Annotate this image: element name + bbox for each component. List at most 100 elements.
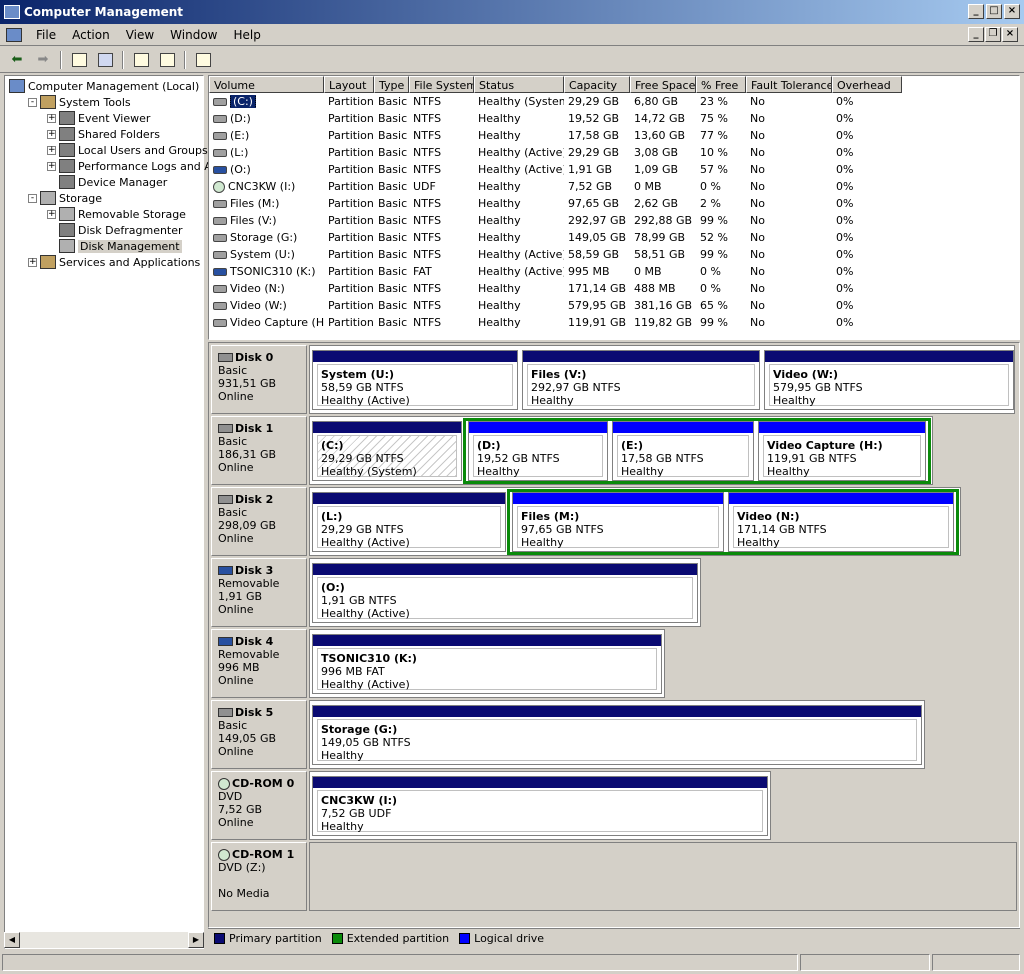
menu-view[interactable]: View (118, 28, 162, 42)
volume-row[interactable]: CNC3KW (I:) Partition Basic UDF Healthy 7,52 … (209, 178, 1019, 195)
settings-icon[interactable] (192, 50, 214, 70)
volume-row[interactable]: Files (V:) Partition Basic NTFS Healthy 292,9… (209, 212, 1019, 229)
volume-row[interactable]: (L:) Partition Basic NTFS Healthy (Active) 29… (209, 144, 1019, 161)
minimize-button[interactable]: _ (968, 4, 984, 19)
volume-cell-fs: NTFS (413, 146, 442, 159)
primary-partition[interactable]: (L:) 29,29 GB NTFS Healthy (Active) (312, 492, 506, 552)
column-header[interactable]: Fault Tolerance (746, 76, 832, 93)
menu-action[interactable]: Action (64, 28, 118, 42)
forward-arrow-icon[interactable]: ➡ (32, 50, 54, 70)
scroll-right-icon[interactable]: ▶ (188, 932, 204, 948)
expand-icon[interactable]: + (28, 257, 37, 267)
volume-cell-volume: System (U:) (209, 248, 324, 261)
tree-label: Shared Folders (78, 127, 160, 141)
column-header[interactable]: Overhead (832, 76, 902, 93)
volume-list[interactable]: Volume Layout Type File System Status Capacit… (208, 75, 1020, 340)
column-header[interactable]: Capacity (564, 76, 630, 93)
scroll-left-icon[interactable]: ◀ (4, 932, 20, 948)
volume-cell-type: Basic (378, 231, 408, 244)
volume-row[interactable]: (C:) Partition Basic NTFS Healthy (System) 29… (209, 93, 1019, 110)
tree-disk-defragmenter[interactable]: Disk Defragmenter (47, 222, 183, 238)
volume-row[interactable]: (E:) Partition Basic NTFS Healthy 17,58 GB 13,… (209, 127, 1019, 144)
primary-partition[interactable]: Video (W:) 579,95 GB NTFS Healthy (764, 350, 1014, 410)
expand-icon[interactable]: + (47, 209, 56, 219)
tree-disk-management[interactable]: Disk Management (47, 238, 182, 254)
column-header[interactable]: % Free (696, 76, 746, 93)
expand-icon[interactable]: + (47, 161, 56, 171)
column-header[interactable]: File System (409, 76, 474, 93)
collapse-icon[interactable]: - (28, 193, 37, 203)
expand-icon[interactable]: + (47, 145, 56, 155)
disk-label[interactable]: CD-ROM 1 DVD (Z:) No Media (211, 842, 307, 911)
child-minimize-button[interactable]: _ (968, 27, 984, 42)
mmc-document-icon[interactable] (6, 27, 22, 42)
volume-row[interactable]: System (U:) Partition Basic NTFS Healthy (Ac… (209, 246, 1019, 263)
tree-storage[interactable]: - Storage (28, 190, 102, 206)
partition-color-bar (313, 706, 921, 717)
volume-cell-overhead: 0% (836, 129, 854, 142)
primary-partition[interactable]: (O:) 1,91 GB NTFS Healthy (Active) (312, 563, 698, 623)
logical-drive[interactable]: Video (N:) 171,14 GB NTFS Healthy (728, 492, 954, 552)
expand-icon[interactable]: + (47, 113, 56, 123)
disk-label[interactable]: CD-ROM 0 DVD 7,52 GB Online (211, 771, 307, 840)
child-restore-button[interactable]: ❐ (985, 27, 1001, 42)
disk-type: Basic (218, 506, 248, 519)
disk-label[interactable]: Disk 5 Basic 149,05 GB Online (211, 700, 307, 769)
volume-row[interactable]: Video (N:) Partition Basic NTFS Healthy 171,1… (209, 280, 1019, 297)
column-header[interactable]: Type (374, 76, 409, 93)
logical-drive[interactable]: (E:) 17,58 GB NTFS Healthy (612, 421, 754, 481)
show-hide-tree-icon[interactable] (94, 50, 116, 70)
disk-label[interactable]: Disk 1 Basic 186,31 GB Online (211, 416, 307, 485)
logical-drive[interactable]: Video Capture (H:) 119,91 GB NTFS Healthy (758, 421, 926, 481)
maximize-button[interactable]: □ (986, 4, 1002, 19)
primary-partition[interactable]: (C:) 29,29 GB NTFS Healthy (System) (312, 421, 462, 481)
volume-row[interactable]: Files (M:) Partition Basic NTFS Healthy 97,65… (209, 195, 1019, 212)
menu-window[interactable]: Window (162, 28, 225, 42)
column-header[interactable]: Free Space (630, 76, 696, 93)
logical-drive[interactable]: (D:) 19,52 GB NTFS Healthy (468, 421, 608, 481)
help-icon[interactable] (130, 50, 152, 70)
primary-partition[interactable]: TSONIC310 (K:) 996 MB FAT Healthy (Active) (312, 634, 662, 694)
disk-graphical-view[interactable]: Disk 0 Basic 931,51 GB Online System (U:) 58,… (208, 342, 1020, 928)
volume-row[interactable]: TSONIC310 (K:) Partition Basic FAT Healthy (… (209, 263, 1019, 280)
volume-row[interactable]: (O:) Partition Basic NTFS Healthy (Active) 1,… (209, 161, 1019, 178)
disk-label[interactable]: Disk 0 Basic 931,51 GB Online (211, 345, 307, 414)
tree-horizontal-scrollbar[interactable]: ◀ ▶ (4, 932, 204, 948)
primary-partition[interactable]: Storage (G:) 149,05 GB NTFS Healthy (312, 705, 922, 765)
child-close-button[interactable]: × (1002, 27, 1018, 42)
up-folder-icon[interactable] (68, 50, 90, 70)
tree-system-tools[interactable]: - System Tools (28, 94, 131, 110)
primary-partition[interactable]: System (U:) 58,59 GB NTFS Healthy (Active) (312, 350, 518, 410)
tree-local-users[interactable]: + Local Users and Groups (47, 142, 208, 158)
properties-icon[interactable] (156, 50, 178, 70)
tree-device-manager[interactable]: Device Manager (47, 174, 167, 190)
back-arrow-icon[interactable]: ⬅ (6, 50, 28, 70)
primary-partition[interactable]: Files (V:) 292,97 GB NTFS Healthy (522, 350, 760, 410)
partition-status: Healthy (321, 820, 364, 833)
volume-row[interactable]: Video Capture (H:) Partition Basic NTFS Heal… (209, 314, 1019, 331)
menu-help[interactable]: Help (226, 28, 269, 42)
disk-label[interactable]: Disk 2 Basic 298,09 GB Online (211, 487, 307, 556)
disk-state: Online (218, 461, 254, 474)
expand-icon[interactable]: + (47, 129, 56, 139)
volume-row[interactable]: (D:) Partition Basic NTFS Healthy 19,52 GB 14,… (209, 110, 1019, 127)
disk-label[interactable]: Disk 3 Removable 1,91 GB Online (211, 558, 307, 627)
volume-row[interactable]: Video (W:) Partition Basic NTFS Healthy 579,9… (209, 297, 1019, 314)
tree-event-viewer[interactable]: + Event Viewer (47, 110, 150, 126)
tree-shared-folders[interactable]: + Shared Folders (47, 126, 160, 142)
tree-removable-storage[interactable]: + Removable Storage (47, 206, 186, 222)
tree-computer-management[interactable]: Computer Management (Local) (9, 78, 199, 94)
console-tree[interactable]: Computer Management (Local) - System Tools… (4, 75, 236, 949)
column-header[interactable]: Status (474, 76, 564, 93)
collapse-icon[interactable]: - (28, 97, 37, 107)
partition-name: Video (N:) (737, 510, 800, 523)
logical-drive[interactable]: Files (M:) 97,65 GB NTFS Healthy (512, 492, 724, 552)
tree-services-apps[interactable]: + Services and Applications (28, 254, 200, 270)
column-header[interactable]: Layout (324, 76, 374, 93)
column-header[interactable]: Volume (209, 76, 324, 93)
close-button[interactable]: × (1004, 4, 1020, 19)
volume-row[interactable]: Storage (G:) Partition Basic NTFS Healthy 149… (209, 229, 1019, 246)
disk-label[interactable]: Disk 4 Removable 996 MB Online (211, 629, 307, 698)
primary-partition[interactable]: CNC3KW (I:) 7,52 GB UDF Healthy (312, 776, 768, 836)
menu-file[interactable]: File (28, 28, 64, 42)
